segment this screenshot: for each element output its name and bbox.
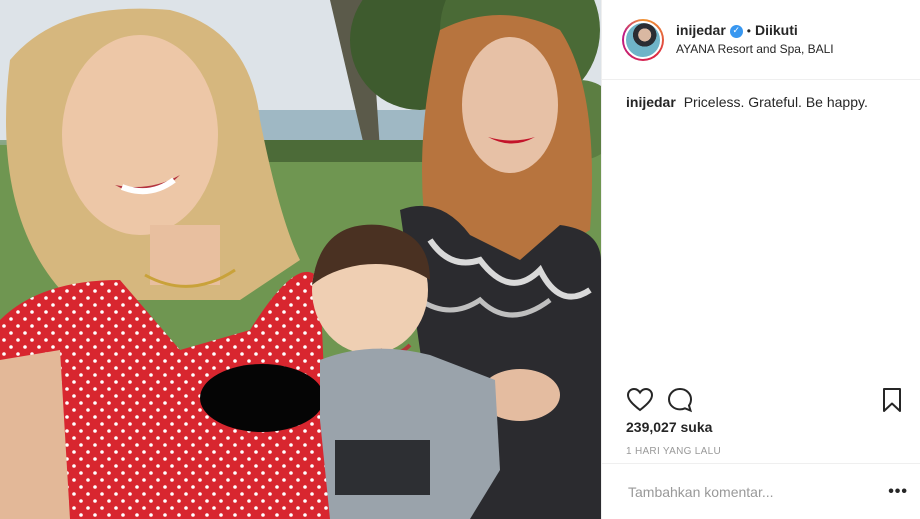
comment-bar: •••	[602, 463, 920, 519]
heart-icon[interactable]	[626, 386, 654, 414]
caption-username-link[interactable]: inijedar	[626, 94, 676, 110]
post-caption: inijedar Priceless. Grateful. Be happy.	[602, 80, 920, 110]
user-row: inijedar ✓ • Diikuti	[676, 22, 834, 40]
location-link[interactable]: AYANA Resort and Spa, BALI	[676, 42, 834, 57]
post-container: inijedar ✓ • Diikuti AYANA Resort and Sp…	[0, 0, 920, 519]
avatar-image	[624, 20, 662, 59]
username-link[interactable]: inijedar	[676, 22, 726, 40]
post-timestamp[interactable]: 1 HARI YANG LALU	[626, 446, 721, 457]
header-text: inijedar ✓ • Diikuti AYANA Resort and Sp…	[676, 22, 834, 57]
bookmark-icon[interactable]	[878, 386, 906, 414]
verified-badge-icon: ✓	[729, 24, 743, 38]
post-photo[interactable]	[0, 0, 601, 519]
comment-bubble-icon[interactable]	[666, 386, 694, 414]
separator-dot: •	[746, 23, 751, 38]
post-side-panel: inijedar ✓ • Diikuti AYANA Resort and Sp…	[601, 0, 920, 519]
caption-text: Priceless. Grateful. Be happy.	[683, 94, 868, 110]
comment-input[interactable]	[626, 482, 889, 501]
user-avatar[interactable]	[622, 18, 664, 61]
more-options-icon[interactable]: •••	[888, 483, 908, 501]
photo-illustration	[0, 0, 601, 519]
likes-count[interactable]: 239,027 suka	[626, 419, 712, 435]
action-bar	[602, 380, 920, 420]
post-header: inijedar ✓ • Diikuti AYANA Resort and Sp…	[602, 0, 920, 80]
follow-status-button[interactable]: Diikuti	[755, 22, 798, 40]
